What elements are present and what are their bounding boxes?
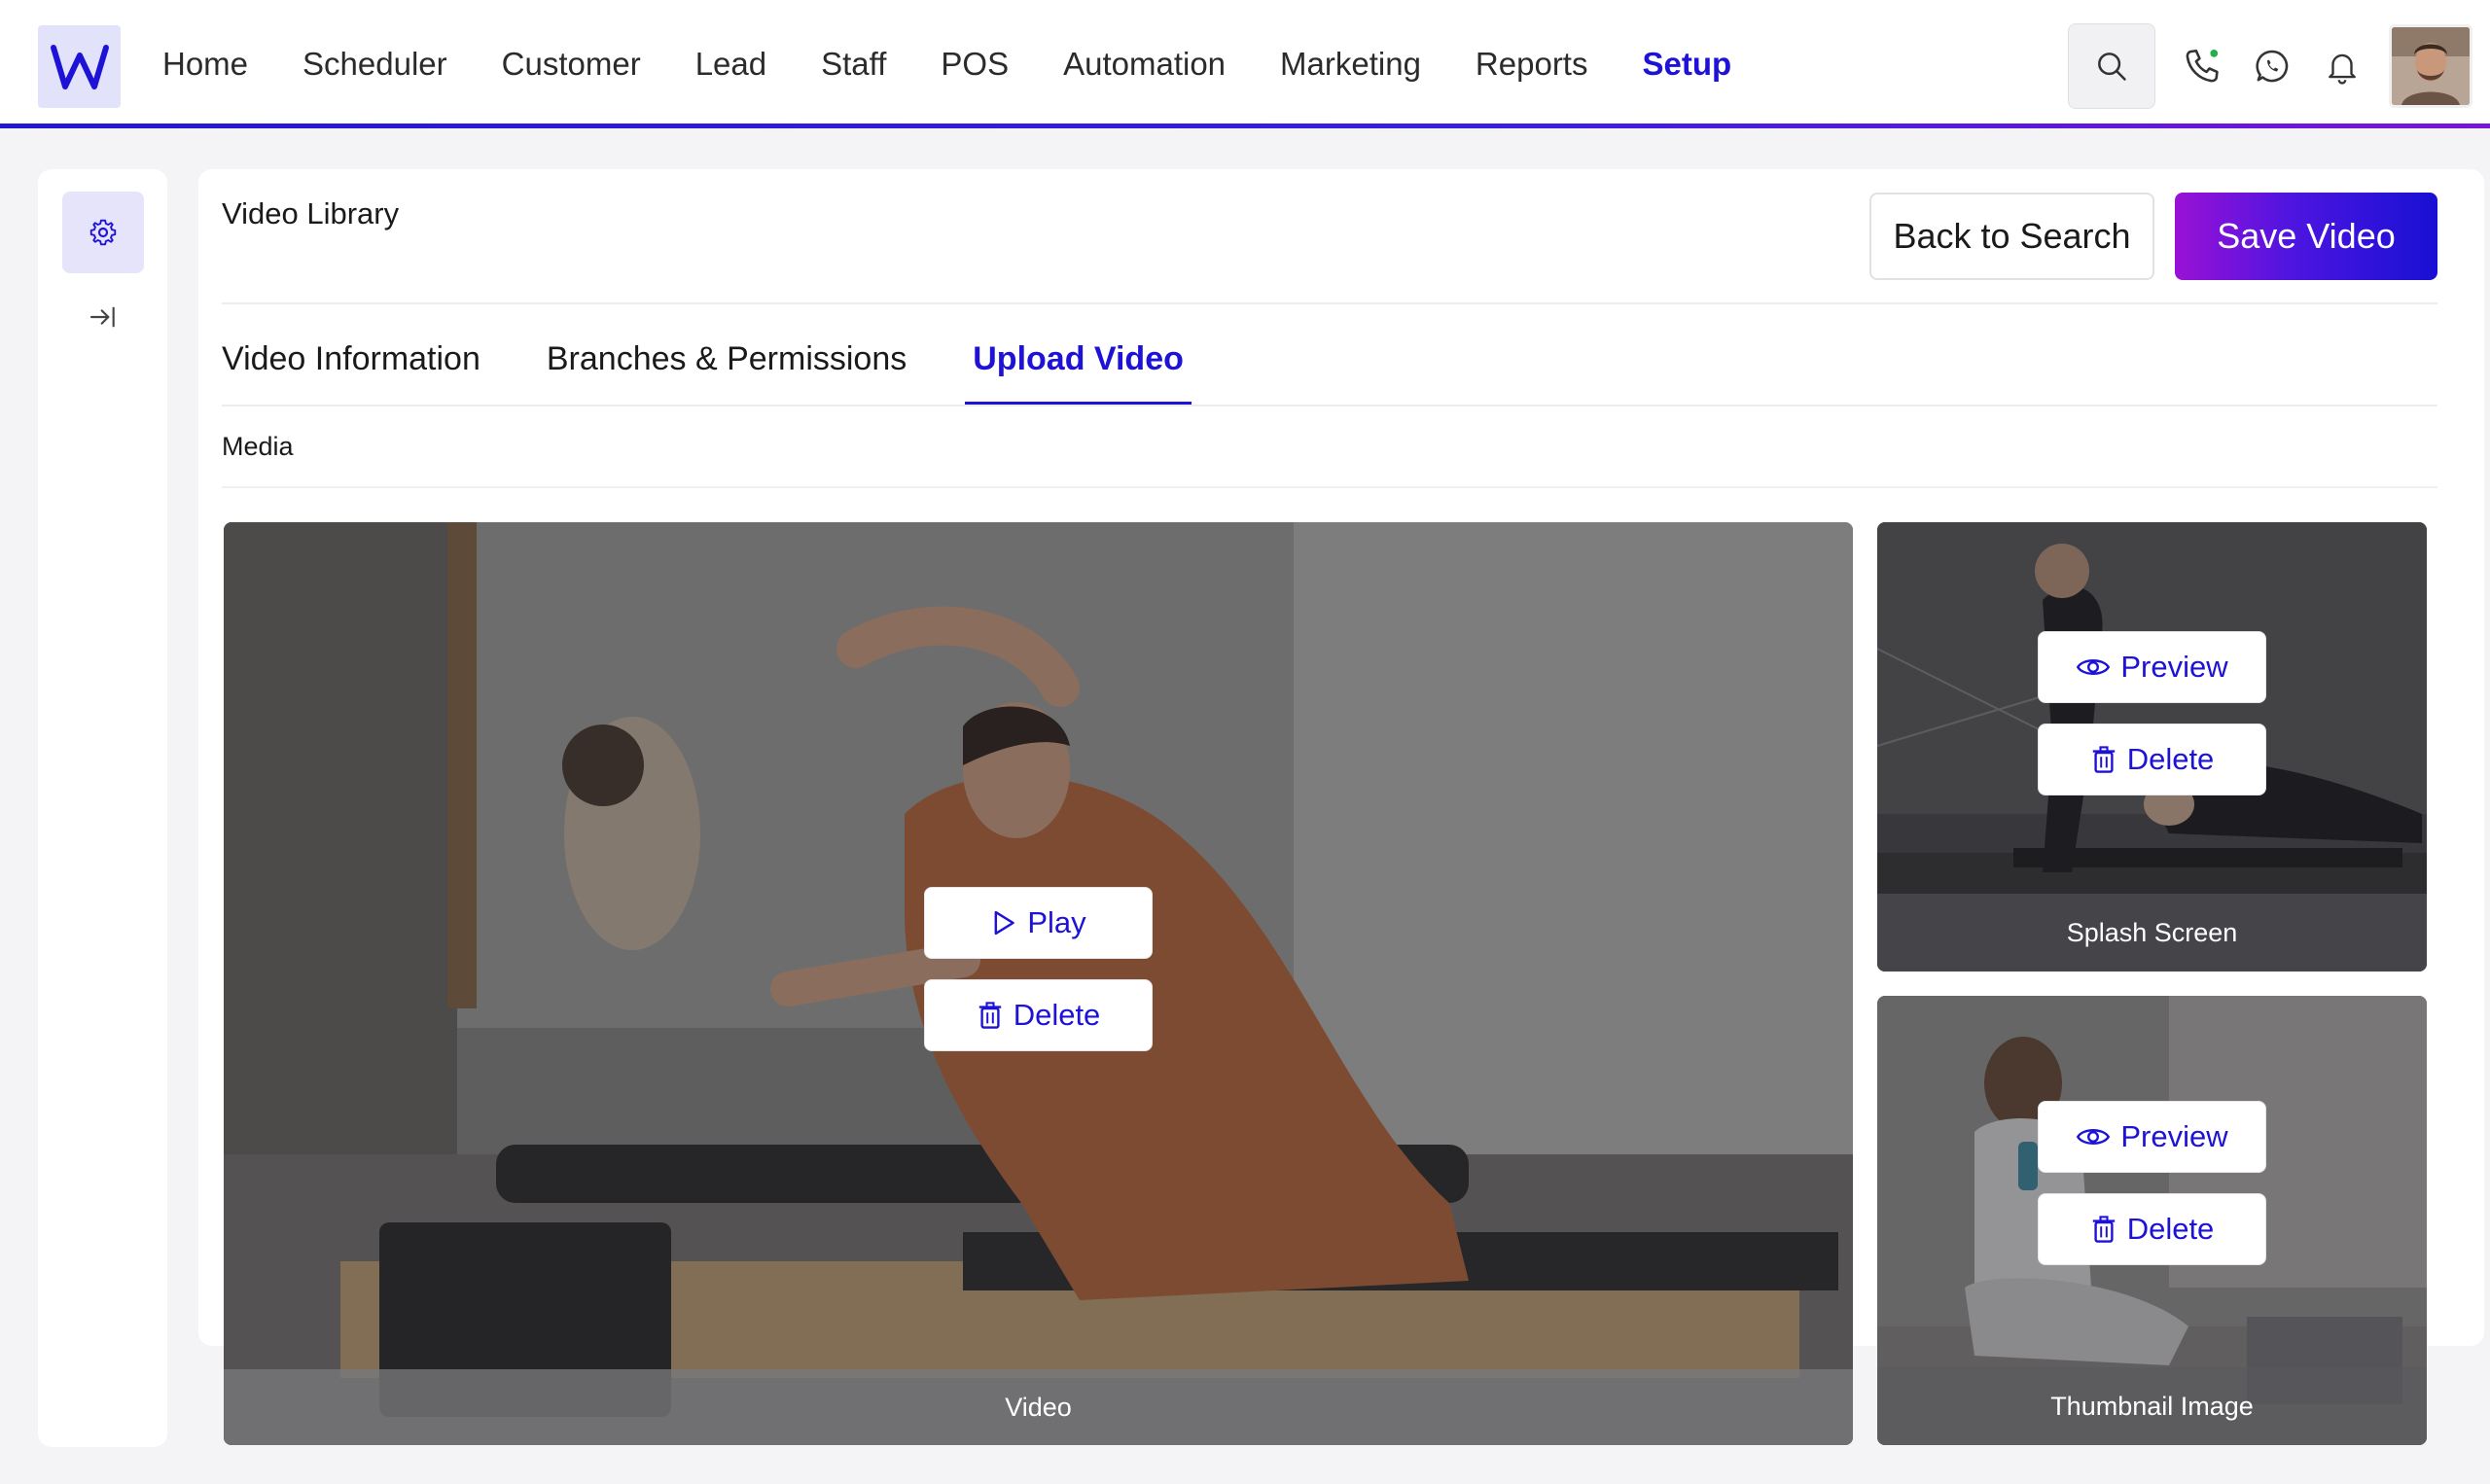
search-icon (2098, 53, 2126, 81)
back-to-search-button[interactable]: Back to Search (1869, 193, 2154, 280)
preview-thumbnail-button[interactable]: Preview (2038, 1101, 2266, 1173)
page-title: Video Library (222, 196, 400, 230)
save-video-button[interactable]: Save Video (2175, 193, 2437, 280)
play-icon (990, 908, 1017, 937)
nav-staff[interactable]: Staff (821, 46, 886, 83)
preview-label: Preview (2120, 650, 2228, 684)
thumbnail-card: Preview Delete Thumbnail Image (1877, 996, 2427, 1445)
collapse-arrow-icon (89, 306, 115, 328)
tab-branches-permissions[interactable]: Branches & Permissions (547, 331, 907, 406)
tab-bar: Video Information Branches & Permissions… (222, 331, 1250, 406)
trash-icon (977, 1000, 1004, 1031)
delete-splash-button[interactable]: Delete (2038, 724, 2266, 795)
splash-screen-card: Preview Delete Splash Screen (1877, 522, 2427, 972)
video-caption: Video (224, 1369, 1853, 1445)
avatar[interactable] (2389, 24, 2472, 108)
media-section-label: Media (222, 432, 294, 461)
phone-status-dot (2210, 50, 2219, 57)
delete-label: Delete (2126, 1212, 2215, 1246)
user-avatar-image (2392, 27, 2470, 105)
nav-reports[interactable]: Reports (1476, 46, 1588, 83)
whatsapp-icon (2256, 50, 2289, 83)
nav-automation[interactable]: Automation (1063, 46, 1226, 83)
nav-scheduler[interactable]: Scheduler (302, 46, 447, 83)
tab-video-information[interactable]: Video Information (222, 331, 480, 406)
tabs-divider (222, 405, 2437, 406)
play-button[interactable]: Play (924, 887, 1153, 959)
video-card: Play Delete Video (224, 522, 1853, 1445)
delete-video-button[interactable]: Delete (924, 979, 1153, 1051)
search-button[interactable] (2068, 23, 2155, 109)
eye-icon (2076, 654, 2111, 680)
nav-marketing[interactable]: Marketing (1280, 46, 1421, 83)
delete-thumbnail-button[interactable]: Delete (2038, 1193, 2266, 1265)
phone-button[interactable] (2167, 31, 2237, 101)
delete-label: Delete (2126, 742, 2215, 776)
bell-icon (2329, 53, 2356, 85)
thumbnail-caption: Thumbnail Image (1877, 1367, 2427, 1445)
left-rail (38, 169, 167, 1447)
preview-label: Preview (2120, 1119, 2228, 1153)
rail-settings-button[interactable] (62, 192, 144, 273)
nav-setup[interactable]: Setup (1642, 46, 1731, 83)
nav-customer[interactable]: Customer (502, 46, 641, 83)
splash-caption: Splash Screen (1877, 894, 2427, 972)
eye-icon (2076, 1124, 2111, 1149)
app-logo[interactable] (38, 25, 121, 108)
phone-icon (2186, 49, 2219, 83)
nav-pos[interactable]: POS (941, 46, 1009, 83)
nav-home[interactable]: Home (162, 46, 248, 83)
gear-icon (89, 219, 117, 246)
main-nav: Home Scheduler Customer Lead Staff POS A… (162, 0, 1786, 128)
preview-splash-button[interactable]: Preview (2038, 631, 2266, 703)
notifications-button[interactable] (2307, 31, 2377, 101)
nav-actions (2068, 23, 2472, 109)
rail-collapse-button[interactable] (62, 288, 144, 346)
top-navbar: Home Scheduler Customer Lead Staff POS A… (0, 0, 2490, 128)
trash-icon (2090, 1214, 2117, 1245)
trash-icon (2090, 744, 2117, 775)
tab-upload-video[interactable]: Upload Video (965, 331, 1192, 406)
header-divider (222, 302, 2437, 304)
section-divider (222, 486, 2437, 488)
delete-label: Delete (1013, 998, 1101, 1032)
logo-w-icon (50, 44, 109, 89)
whatsapp-button[interactable] (2237, 31, 2307, 101)
nav-lead[interactable]: Lead (695, 46, 766, 83)
play-label: Play (1027, 905, 1086, 939)
